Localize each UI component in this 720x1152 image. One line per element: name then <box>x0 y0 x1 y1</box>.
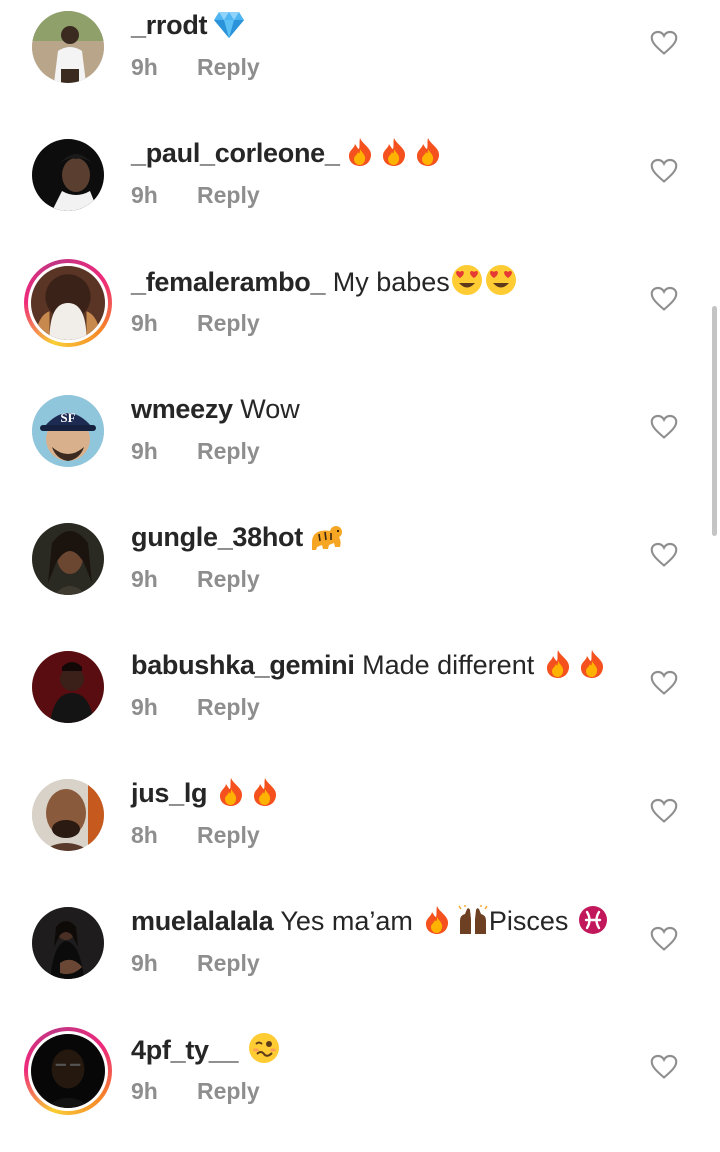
reply-button[interactable]: Reply <box>197 54 260 80</box>
fire-icon <box>544 649 572 687</box>
reply-button[interactable]: Reply <box>197 438 260 464</box>
username[interactable]: _rrodt <box>131 10 208 40</box>
heart-outline-icon[interactable] <box>650 1053 678 1081</box>
heart-outline-icon[interactable] <box>650 925 678 953</box>
comment-text: My babes <box>332 267 450 297</box>
username[interactable]: jus_lg <box>131 778 208 808</box>
heart-outline-icon[interactable] <box>650 29 678 57</box>
heart-outline-icon[interactable] <box>650 797 678 825</box>
woozy-face-icon <box>248 1032 280 1072</box>
raised-hands-icon <box>457 905 489 943</box>
avatar[interactable] <box>24 643 112 731</box>
reply-button[interactable]: Reply <box>197 694 260 720</box>
comment-line: _rrodt <box>131 8 245 47</box>
timestamp: 9h <box>131 566 158 592</box>
reply-button[interactable]: Reply <box>197 950 260 976</box>
timestamp: 9h <box>131 438 158 464</box>
pisces-icon <box>578 905 608 943</box>
username[interactable]: 4pf_ty__ <box>131 1035 238 1065</box>
comment-row: babushka_gemini Made different 9h Reply <box>0 640 720 768</box>
fire-icon <box>578 649 606 687</box>
tiger-icon <box>309 521 343 559</box>
avatar[interactable]: SF <box>24 387 112 475</box>
comment-text: Wow <box>240 394 300 424</box>
comment-text: Yes ma’am <box>280 906 413 936</box>
timestamp: 9h <box>131 1078 158 1104</box>
comment-text: Made different <box>362 650 535 680</box>
heart-eyes-icon <box>485 264 517 304</box>
reply-button[interactable]: Reply <box>197 822 260 848</box>
username[interactable]: gungle_38hot <box>131 522 303 552</box>
username[interactable]: _femalerambo_ <box>131 267 326 297</box>
avatar[interactable] <box>24 899 112 987</box>
heart-outline-icon[interactable] <box>650 413 678 441</box>
heart-outline-icon[interactable] <box>650 285 678 313</box>
username[interactable]: muelalalala <box>131 906 274 936</box>
comment-row: muelalalala Yes ma’am Pisces 9h Reply <box>0 896 720 1024</box>
reply-button[interactable]: Reply <box>197 1078 260 1104</box>
heart-outline-icon[interactable] <box>650 157 678 185</box>
timestamp: 9h <box>131 310 158 336</box>
username[interactable]: _paul_corleone_ <box>131 138 340 168</box>
avatar[interactable] <box>24 3 112 91</box>
comment-row: 4pf_ty__ 9h Reply <box>0 1024 720 1152</box>
svg-text:SF: SF <box>60 410 75 425</box>
fire-icon <box>346 137 374 175</box>
reply-button[interactable]: Reply <box>197 310 260 336</box>
timestamp: 9h <box>131 54 158 80</box>
gem-icon <box>213 9 245 47</box>
comment-row: jus_lg 8h Reply <box>0 768 720 896</box>
timestamp: 9h <box>131 182 158 208</box>
comment-row: _rrodt 9h Reply <box>0 0 720 128</box>
heart-eyes-icon <box>451 264 483 304</box>
fire-icon <box>251 777 279 815</box>
heart-outline-icon[interactable] <box>650 669 678 697</box>
scrollbar[interactable] <box>712 306 717 536</box>
fire-icon <box>217 777 245 815</box>
reply-button[interactable]: Reply <box>197 182 260 208</box>
username[interactable]: babushka_gemini <box>131 650 355 680</box>
heart-outline-icon[interactable] <box>650 541 678 569</box>
fire-icon <box>414 137 442 175</box>
avatar-story-ring[interactable] <box>24 259 112 347</box>
comment-row: _femalerambo_ My babes 9h Reply <box>0 256 720 384</box>
fire-icon <box>423 905 451 943</box>
avatar[interactable] <box>24 515 112 603</box>
username[interactable]: wmeezy <box>131 394 233 424</box>
reply-button[interactable]: Reply <box>197 566 260 592</box>
avatar[interactable] <box>24 771 112 859</box>
timestamp: 9h <box>131 950 158 976</box>
avatar-story-ring[interactable] <box>24 1027 112 1115</box>
timestamp: 9h <box>131 694 158 720</box>
comment-row: gungle_38hot 9h Reply <box>0 512 720 640</box>
comment-row: _paul_corleone_ 9h Reply <box>0 128 720 256</box>
comment-text: Pisces <box>488 906 569 936</box>
fire-icon <box>380 137 408 175</box>
avatar[interactable] <box>24 131 112 219</box>
comment-row: SF wmeezy Wow 9h Reply <box>0 384 720 512</box>
timestamp: 8h <box>131 822 158 848</box>
